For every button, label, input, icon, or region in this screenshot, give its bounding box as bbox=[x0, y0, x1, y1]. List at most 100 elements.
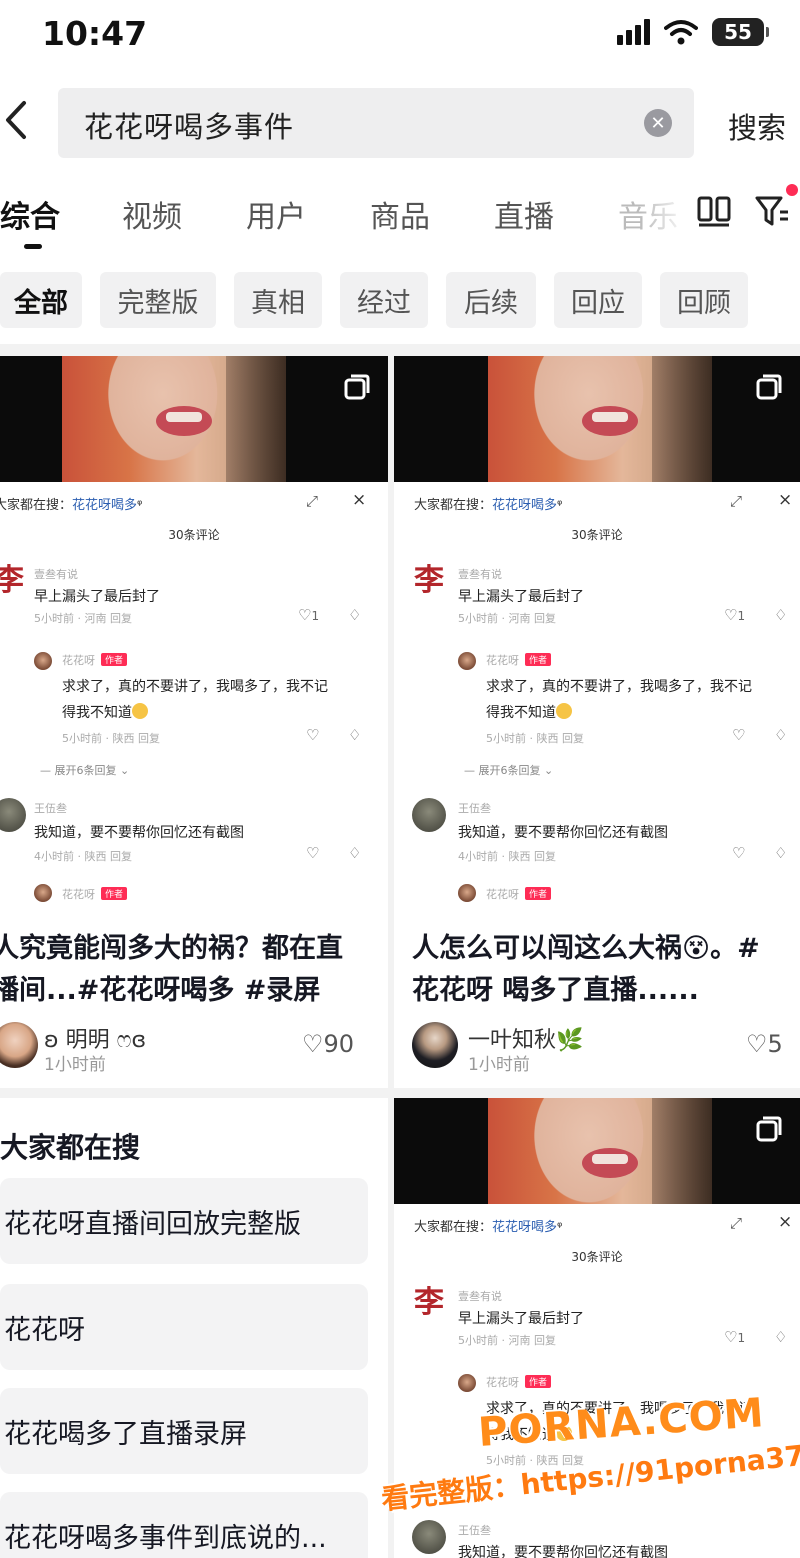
tab-underline bbox=[24, 244, 42, 249]
author-row[interactable]: ʚ 明明 ෆɞ 1小时前 ♡90 bbox=[0, 1022, 388, 1075]
search-button[interactable]: 搜索 bbox=[728, 105, 786, 147]
video-card[interactable]: 大家都在搜：花花呀喝多ᵠ ⤢ × 30条评论 李 壹叁有说 早上漏头了最后封了 … bbox=[0, 356, 388, 1088]
search-header: 花花呀喝多事件 ✕ 搜索 bbox=[0, 70, 800, 170]
chip-followup[interactable]: 后续 bbox=[446, 272, 536, 328]
comment-avatar: 李 bbox=[414, 1285, 444, 1320]
expand-replies: — 展开6条回复 ⌄ bbox=[40, 764, 130, 777]
reply-like-icon: ♡ bbox=[306, 726, 320, 744]
comment-author: 壹叁有说 bbox=[34, 568, 78, 581]
reply-text-line2: 得我不知道 bbox=[486, 702, 572, 722]
hot-search-item[interactable]: 花花呀 bbox=[0, 1284, 368, 1370]
comment-avatar: 李 bbox=[414, 563, 444, 598]
reply-meta: 5小时前 · 陕西 回复 bbox=[486, 732, 584, 745]
comment-avatar-2 bbox=[0, 798, 26, 832]
reply-author: 花花呀 作者 bbox=[486, 652, 552, 668]
hot-searches-title: 大家都在搜 bbox=[0, 1131, 141, 1164]
chip-truth[interactable]: 真相 bbox=[234, 272, 322, 328]
comment-count: 30条评论 bbox=[571, 528, 623, 542]
comment-like-icon: ♡ bbox=[306, 844, 320, 862]
like-count[interactable]: ♡90 bbox=[302, 1030, 354, 1058]
dislike-icon: ♢ bbox=[774, 726, 788, 744]
reply-meta: 5小时前 · 陕西 回复 bbox=[62, 732, 160, 745]
expand-icon: ⤢ bbox=[730, 492, 743, 510]
comment-author-2: 王伍叁 bbox=[458, 1524, 491, 1537]
like-count[interactable]: ♡5 bbox=[746, 1030, 783, 1058]
comment-like: ♡1 bbox=[724, 1328, 746, 1346]
reply-avatar bbox=[34, 652, 52, 670]
reply-author: 花花呀 作者 bbox=[62, 886, 128, 902]
hot-search-item[interactable]: 花花喝多了直播录屏 bbox=[0, 1388, 368, 1474]
comment-author: 壹叁有说 bbox=[458, 568, 502, 581]
comment-text-2: 我知道，要不要帮你回忆还有截图 bbox=[458, 1545, 668, 1558]
chip-review[interactable]: 回顾 bbox=[660, 272, 748, 328]
card-title[interactable]: 人怎么可以闯这么大祸😵。# 花花呀 喝多了直播...... bbox=[412, 928, 798, 1012]
comment-screenshot: 大家都在搜：花花呀喝多ᵠ ⤢ × 30条评论 李 壹叁有说 早上漏头了最后封了 … bbox=[394, 482, 800, 912]
reply-text-line1: 求求了，真的不要讲了，我喝多了，我不记 bbox=[62, 679, 328, 695]
crying-emoji-icon bbox=[556, 703, 572, 719]
author-avatar[interactable] bbox=[412, 1022, 458, 1068]
reply-text-line2: 得我不知道 bbox=[62, 702, 148, 722]
multi-image-icon bbox=[756, 374, 782, 400]
chip-process[interactable]: 经过 bbox=[340, 272, 428, 328]
comment-author-2: 王伍叁 bbox=[34, 802, 67, 815]
author-row[interactable]: 一叶知秋🌿 1小时前 ♡5 bbox=[412, 1022, 800, 1075]
tab-users[interactable]: 用户 bbox=[246, 192, 306, 236]
multi-image-icon bbox=[344, 374, 370, 400]
chip-full-version[interactable]: 完整版 bbox=[100, 272, 216, 328]
thumbnail-photo bbox=[62, 356, 286, 482]
comment-text-2: 我知道，要不要帮你回忆还有截图 bbox=[34, 825, 244, 841]
cp-search-hint: 大家都在搜：花花呀喝多ᵠ bbox=[414, 1220, 563, 1235]
status-time: 10:47 bbox=[42, 14, 148, 53]
video-thumbnail bbox=[394, 356, 800, 482]
close-icon: × bbox=[778, 490, 793, 510]
comment-avatar: 李 bbox=[0, 563, 24, 598]
reply-author: 花花呀 作者 bbox=[486, 1374, 552, 1390]
post-time: 1小时前 bbox=[468, 1055, 530, 1075]
chip-all[interactable]: 全部 bbox=[0, 272, 82, 328]
hot-search-item[interactable]: 花花呀直播间回放完整版 bbox=[0, 1178, 368, 1264]
status-bar: 10:47 55 bbox=[0, 0, 800, 70]
dislike-icon: ♢ bbox=[774, 844, 788, 862]
video-thumbnail bbox=[0, 356, 388, 482]
reply-avatar bbox=[458, 884, 476, 902]
comment-text: 早上漏头了最后封了 bbox=[458, 589, 584, 605]
reply-author: 花花呀 作者 bbox=[486, 886, 552, 902]
tab-video[interactable]: 视频 bbox=[122, 192, 182, 236]
dual-column-icon[interactable] bbox=[697, 195, 731, 227]
tab-live[interactable]: 直播 bbox=[494, 192, 554, 236]
reply-avatar bbox=[458, 1374, 476, 1392]
hot-search-item[interactable]: 花花呀喝多事件到底说的... bbox=[0, 1492, 368, 1558]
reply-like-icon: ♡ bbox=[732, 726, 746, 744]
crying-emoji-icon bbox=[132, 703, 148, 719]
dislike-icon: ♢ bbox=[774, 1328, 788, 1346]
tab-products[interactable]: 商品 bbox=[370, 192, 430, 236]
comment-like-icon: ♡ bbox=[732, 844, 746, 862]
tab-all[interactable]: 综合 bbox=[0, 192, 60, 236]
chip-response[interactable]: 回应 bbox=[554, 272, 642, 328]
card-title[interactable]: 人究竟能闯多大的祸？都在直 播间...#花花呀喝多 #录屏 bbox=[0, 928, 388, 1012]
author-avatar[interactable] bbox=[0, 1022, 38, 1068]
back-arrow-icon[interactable] bbox=[0, 95, 36, 145]
heart-icon: ♡ bbox=[302, 1030, 324, 1058]
status-icons: 55 bbox=[617, 18, 769, 46]
filter-icon[interactable] bbox=[754, 194, 790, 228]
thumbnail-photo bbox=[488, 356, 712, 482]
comment-like: ♡1 bbox=[724, 606, 746, 624]
comment-count: 30条评论 bbox=[571, 1250, 623, 1264]
comment-screenshot: 大家都在搜：花花呀喝多ᵠ ⤢ × 30条评论 李 壹叁有说 早上漏头了最后封了 … bbox=[0, 482, 388, 912]
heart-icon: ♡ bbox=[746, 1030, 768, 1058]
video-card[interactable]: 大家都在搜：花花呀喝多ᵠ ⤢ × 30条评论 李 壹叁有说 早上漏头了最后封了 … bbox=[394, 356, 800, 1088]
category-tabs: 综合 视频 用户 商品 直播 音乐 bbox=[0, 170, 800, 256]
multi-image-icon bbox=[756, 1116, 782, 1142]
search-input[interactable]: 花花呀喝多事件 ✕ bbox=[58, 88, 694, 158]
battery-icon: 55 bbox=[712, 18, 769, 46]
expand-replies: — 展开6条回复 ⌄ bbox=[464, 764, 554, 777]
dislike-icon: ♢ bbox=[348, 606, 362, 624]
comment-author: 壹叁有说 bbox=[458, 1290, 502, 1303]
comment-text: 早上漏头了最后封了 bbox=[458, 1311, 584, 1327]
cp-search-hint: 大家都在搜：花花呀喝多ᵠ bbox=[0, 498, 143, 513]
comment-text-2: 我知道，要不要帮你回忆还有截图 bbox=[458, 825, 668, 841]
clear-icon[interactable]: ✕ bbox=[644, 109, 672, 137]
dislike-icon: ♢ bbox=[774, 606, 788, 624]
reply-avatar bbox=[458, 652, 476, 670]
